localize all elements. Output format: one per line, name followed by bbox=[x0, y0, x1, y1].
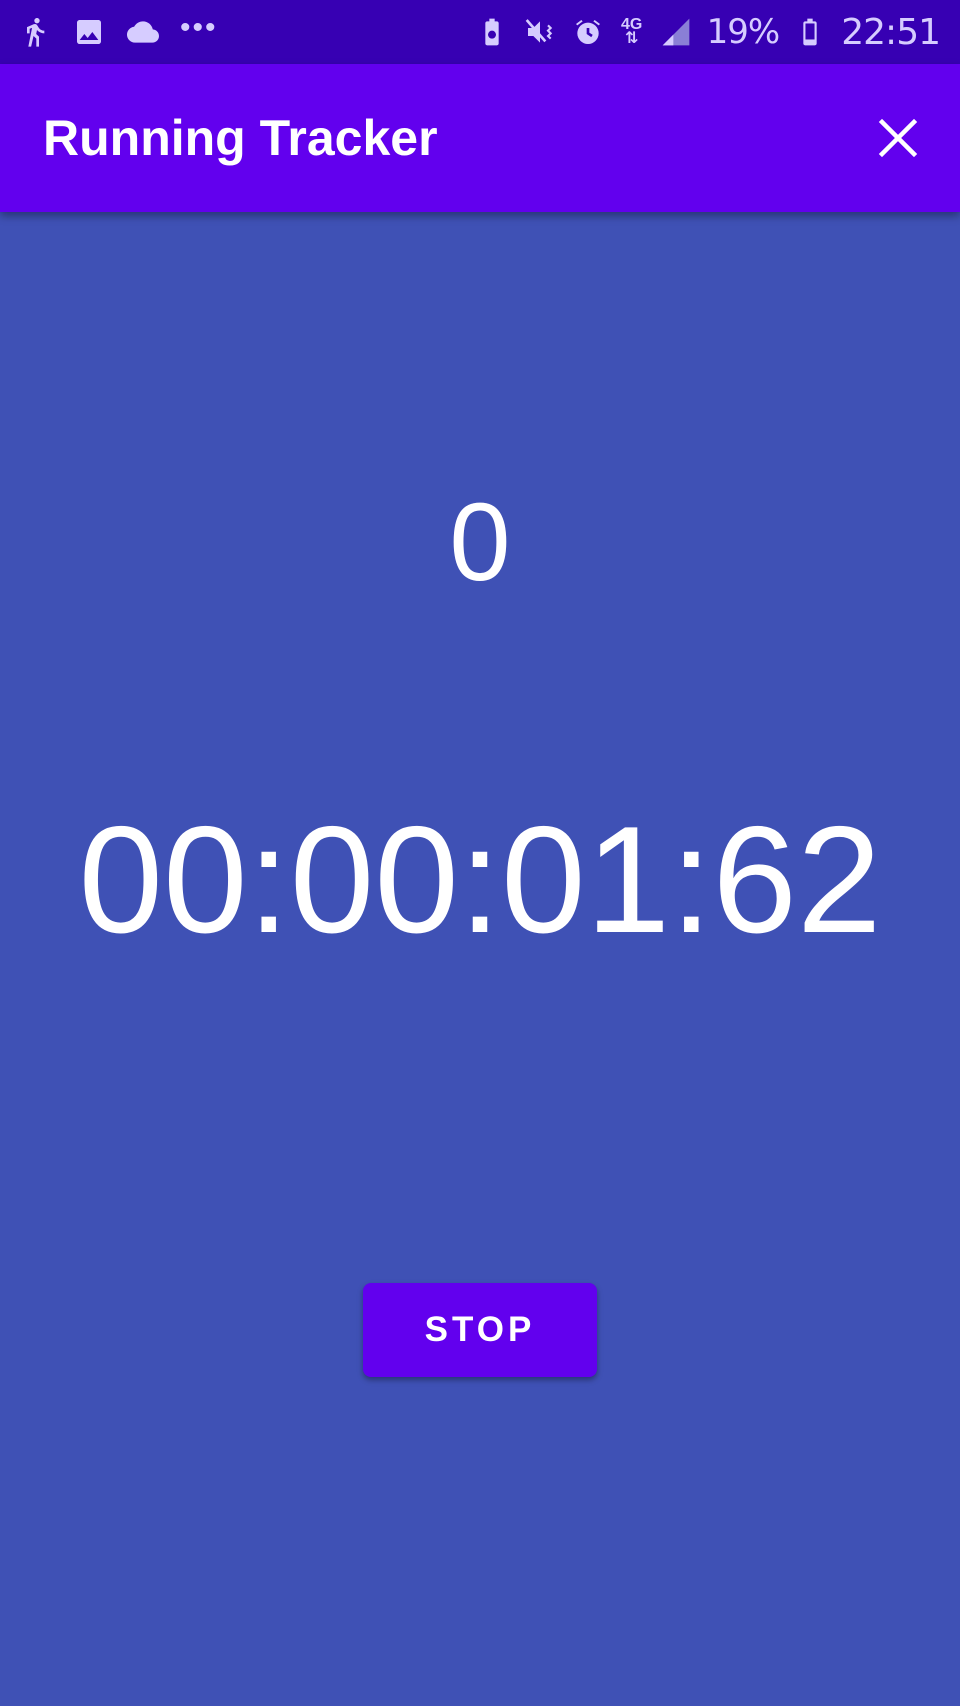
running-person-icon bbox=[18, 15, 52, 49]
clock: 22:51 bbox=[841, 11, 941, 53]
alarm-icon bbox=[571, 15, 605, 49]
mute-vibrate-icon bbox=[523, 15, 557, 49]
network-type-label: 4G bbox=[621, 16, 643, 33]
status-bar-notifications: ••• bbox=[18, 12, 218, 52]
more-notifications-indicator: ••• bbox=[180, 11, 218, 44]
battery-percent: 19% bbox=[706, 12, 781, 52]
close-button[interactable] bbox=[870, 110, 926, 166]
image-icon bbox=[72, 15, 106, 49]
cloud-icon bbox=[126, 15, 160, 49]
elapsed-time: 00:00:01:62 bbox=[78, 795, 882, 965]
status-bar-system: 4G ⇅ 19% 22:51 bbox=[475, 8, 941, 56]
battery-saver-icon bbox=[475, 15, 509, 49]
page-title: Running Tracker bbox=[43, 110, 438, 166]
network-type-indicator: 4G ⇅ bbox=[621, 16, 643, 47]
stop-button[interactable]: STOP bbox=[363, 1283, 597, 1377]
close-icon bbox=[878, 118, 918, 158]
battery-icon bbox=[793, 15, 827, 49]
app-bar: Running Tracker bbox=[0, 64, 960, 212]
status-bar: ••• 4G ⇅ 19% 22:51 bbox=[0, 0, 960, 64]
distance-value: 0 bbox=[449, 481, 511, 604]
signal-strength-icon bbox=[659, 15, 693, 49]
